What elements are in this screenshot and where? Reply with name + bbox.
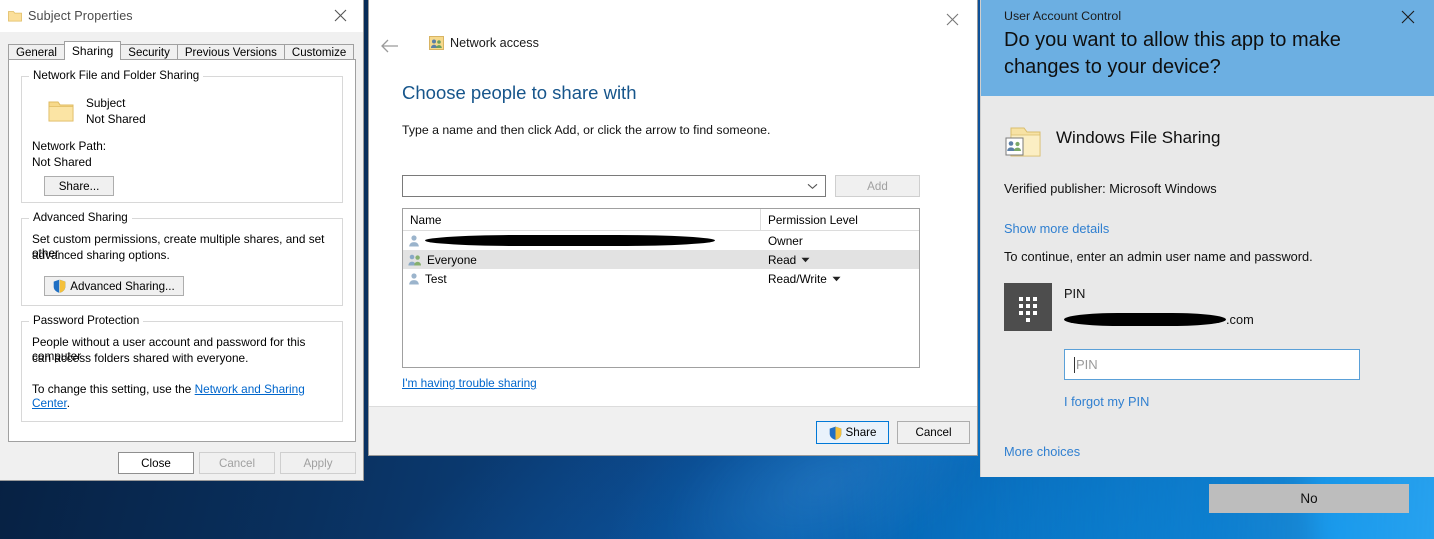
- uac-question-line-1: Do you want to allow this app to make: [1004, 29, 1341, 51]
- apply-button: Apply: [280, 452, 356, 474]
- shared-folder-status: Not Shared: [86, 112, 146, 126]
- forgot-pin-wrap: I forgot my PIN: [1064, 394, 1149, 409]
- table-row[interactable]: Test Read/Write: [403, 269, 919, 288]
- network-users-icon: [429, 36, 444, 50]
- uac-question-line-2: changes to your device?: [1004, 55, 1221, 78]
- password-setting-prefix: To change this setting, use the: [32, 382, 195, 396]
- instruction-text: Type a name and then click Add, or click…: [402, 123, 771, 137]
- page-title: Choose people to share with: [402, 82, 637, 103]
- text-caret: [1074, 356, 1075, 373]
- advanced-sharing-group: Advanced Sharing Set custom permissions,…: [21, 211, 343, 306]
- user-icon: [409, 235, 419, 247]
- share-permissions-list: Name Permission Level Owner Everyone Rea…: [402, 208, 920, 368]
- name-combo-input[interactable]: [402, 175, 826, 197]
- row-permission-label: Read: [768, 252, 797, 267]
- row-permission-cell[interactable]: Read/Write: [761, 272, 919, 286]
- chevron-down-icon[interactable]: [801, 257, 810, 263]
- pin-input[interactable]: PIN: [1064, 349, 1360, 380]
- file-sharing-icon: [1005, 127, 1041, 157]
- column-header-permission: Permission Level: [768, 212, 858, 227]
- network-access-title: Network access: [450, 36, 539, 50]
- uac-publisher: Verified publisher: Microsoft Windows: [1004, 181, 1217, 196]
- back-arrow-icon[interactable]: [376, 33, 402, 59]
- more-choices-link[interactable]: More choices: [1004, 444, 1080, 459]
- trouble-sharing-link-wrap: I'm having trouble sharing: [402, 376, 537, 390]
- row-permission-cell[interactable]: Read: [761, 253, 919, 267]
- add-button: Add: [835, 175, 920, 197]
- password-desc-2: can access folders shared with everyone.: [32, 351, 249, 365]
- row-name-cell: Test: [403, 272, 761, 286]
- no-button[interactable]: No: [1209, 484, 1409, 513]
- advanced-sharing-button[interactable]: Advanced Sharing...: [44, 276, 184, 296]
- uac-continue-text: To continue, enter an admin user name an…: [1004, 249, 1313, 264]
- folder-icon: [48, 101, 74, 122]
- row-permission-label: Read/Write: [768, 271, 827, 286]
- network-path-value: Not Shared: [32, 155, 92, 169]
- uac-question: Do you want to allow this app to make ch…: [1004, 27, 1404, 80]
- uac-window: User Account Control Do you want to allo…: [980, 0, 1434, 513]
- properties-title: Subject Properties: [28, 9, 133, 23]
- chevron-down-icon[interactable]: [832, 276, 841, 282]
- network-file-sharing-legend: Network File and Folder Sharing: [29, 69, 204, 82]
- shield-icon: [53, 279, 66, 293]
- properties-tabstrip: General Sharing Security Previous Versio…: [8, 41, 356, 61]
- uac-pin-label: PIN: [1064, 286, 1086, 301]
- network-file-sharing-group: Network File and Folder Sharing Subject …: [21, 69, 343, 203]
- uac-label: User Account Control: [1004, 9, 1122, 23]
- password-setting-line: To change this setting, use the Network …: [32, 382, 342, 410]
- pin-input-placeholder: PIN: [1076, 357, 1098, 372]
- show-more-details-wrap: Show more details: [1004, 221, 1109, 236]
- cancel-button: Cancel: [199, 452, 275, 474]
- show-more-details-link[interactable]: Show more details: [1004, 221, 1109, 236]
- advanced-sharing-button-label: Advanced Sharing...: [70, 279, 175, 293]
- row-name-cell: [403, 234, 761, 247]
- shield-icon: [829, 426, 841, 440]
- users-group-icon: [408, 254, 421, 266]
- advanced-sharing-desc-2: advanced sharing options.: [32, 248, 170, 262]
- folder-icon: [8, 11, 22, 22]
- row-permission-cell: Owner: [768, 233, 803, 248]
- close-icon[interactable]: [318, 0, 363, 30]
- network-access-window: Network access Choose people to share wi…: [368, 0, 978, 456]
- network-path-label: Network Path:: [32, 139, 107, 153]
- keypad-icon: [1004, 283, 1052, 331]
- tab-sharing[interactable]: Sharing: [63, 41, 122, 60]
- network-access-header: Network access: [429, 36, 539, 50]
- row-name-cell: Everyone: [403, 253, 761, 267]
- close-icon[interactable]: [930, 4, 975, 34]
- redacted-account-name: [1064, 313, 1226, 326]
- shared-folder-name: Subject: [86, 96, 126, 110]
- network-access-footer: Share Cancel: [369, 406, 977, 455]
- share-submit-label: Share: [845, 426, 877, 439]
- row-name-label: Everyone: [427, 252, 477, 267]
- properties-titlebar: Subject Properties: [0, 0, 363, 32]
- list-header: Name Permission Level: [403, 209, 919, 231]
- cancel-share-button[interactable]: Cancel: [897, 421, 970, 444]
- subject-properties-window: Subject Properties General Sharing Secur…: [0, 0, 364, 481]
- advanced-sharing-legend: Advanced Sharing: [29, 211, 132, 224]
- password-setting-suffix: .: [66, 396, 71, 410]
- chevron-down-icon[interactable]: [807, 183, 818, 190]
- password-protection-group: Password Protection People without a use…: [21, 314, 343, 422]
- uac-app-name: Windows File Sharing: [1056, 128, 1221, 147]
- table-row[interactable]: Owner: [403, 231, 919, 250]
- more-choices-wrap: More choices: [1004, 444, 1080, 459]
- column-header-name: Name: [403, 209, 761, 230]
- password-protection-legend: Password Protection: [29, 314, 144, 327]
- trouble-sharing-link[interactable]: I'm having trouble sharing: [402, 376, 537, 390]
- share-button[interactable]: Share...: [44, 176, 114, 196]
- uac-account-line: .com: [1064, 312, 1254, 327]
- forgot-pin-link[interactable]: I forgot my PIN: [1064, 394, 1149, 409]
- redacted-owner-name: [425, 235, 715, 246]
- close-button[interactable]: Close: [118, 452, 194, 474]
- sharing-tab-page: Network File and Folder Sharing Subject …: [8, 59, 356, 442]
- uac-account-suffix: .com: [1226, 312, 1254, 327]
- uac-header: User Account Control Do you want to allo…: [981, 0, 1434, 96]
- share-submit-button[interactable]: Share: [816, 421, 889, 444]
- row-name-label: Test: [425, 271, 447, 286]
- table-row[interactable]: Everyone Read: [403, 250, 919, 269]
- user-icon: [409, 273, 419, 285]
